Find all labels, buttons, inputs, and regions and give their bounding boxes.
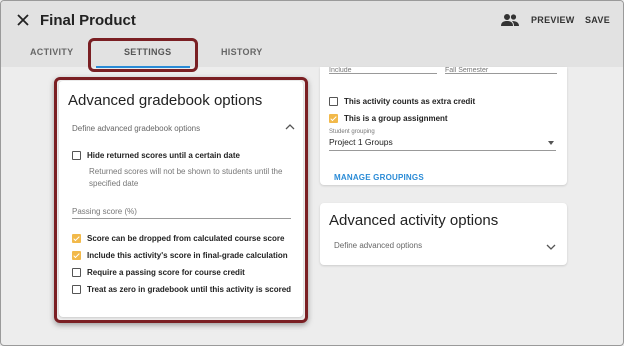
dropdown-arrow-icon xyxy=(548,141,554,145)
extra-credit-checkbox-row[interactable]: This activity counts as extra credit xyxy=(329,95,475,107)
group-assignment-checkbox[interactable] xyxy=(329,113,338,123)
student-grouping-select[interactable]: Project 1 Groups xyxy=(329,137,556,151)
people-icon[interactable] xyxy=(501,13,519,27)
advanced-activity-options-subhead: Define advanced options xyxy=(334,241,423,250)
gradebook-options-highlight-box xyxy=(54,77,308,323)
advanced-activity-options-card: Advanced activity options Define advance… xyxy=(320,203,567,265)
advanced-activity-options-title: Advanced activity options xyxy=(329,212,499,229)
app-window: Final Product PREVIEW SAVE ACTIVITY SETT… xyxy=(0,0,624,346)
tab-activity[interactable]: ACTIVITY xyxy=(30,47,73,57)
save-button[interactable]: SAVE xyxy=(585,15,610,25)
page-title: Final Product xyxy=(40,12,136,29)
settings-tab-highlight-box xyxy=(88,38,198,72)
partial-field-2[interactable]: Fall Semester xyxy=(445,67,557,74)
close-icon[interactable] xyxy=(15,12,31,28)
activity-settings-card xyxy=(320,67,567,185)
group-assignment-checkbox-row[interactable]: This is a group assignment xyxy=(329,112,448,124)
group-assignment-label: This is a group assignment xyxy=(344,113,448,123)
extra-credit-checkbox[interactable] xyxy=(329,96,338,106)
chevron-down-icon[interactable] xyxy=(546,243,556,251)
partial-field-1[interactable]: Include xyxy=(329,67,437,74)
manage-groupings-link[interactable]: MANAGE GROUPINGS xyxy=(334,173,424,182)
student-grouping-label: Student grouping xyxy=(329,129,375,135)
tab-history[interactable]: HISTORY xyxy=(221,47,263,57)
preview-button[interactable]: PREVIEW xyxy=(531,15,575,25)
student-grouping-value: Project 1 Groups xyxy=(329,137,393,147)
extra-credit-label: This activity counts as extra credit xyxy=(344,96,476,106)
